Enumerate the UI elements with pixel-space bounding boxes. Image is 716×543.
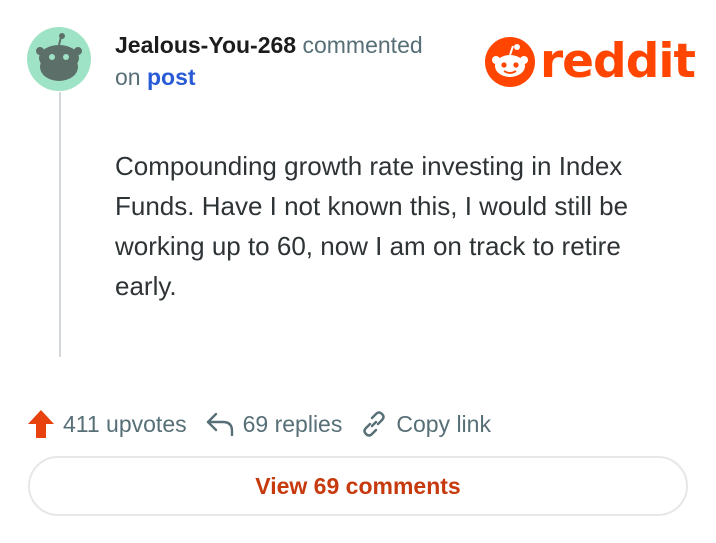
reddit-wordmark: reddit xyxy=(540,34,696,89)
thread-line xyxy=(59,92,61,357)
avatar[interactable] xyxy=(27,27,91,91)
link-icon xyxy=(363,411,386,437)
snoo-icon xyxy=(485,37,535,87)
action-text: commented xyxy=(302,32,423,58)
comment-header: Jealous-You-268 commented on post xyxy=(115,29,475,93)
view-comments-label: View 69 comments xyxy=(255,472,461,499)
upvote-button[interactable]: 411 upvotes xyxy=(27,409,187,439)
action-bar: 411 upvotes 69 replies Copy link xyxy=(27,404,509,444)
copy-link-button[interactable]: Copy link xyxy=(360,410,491,438)
username[interactable]: Jealous-You-268 xyxy=(115,32,296,58)
upvote-count: 411 upvotes xyxy=(63,410,187,437)
reply-count: 69 replies xyxy=(242,410,343,437)
upvote-arrow-icon xyxy=(28,410,54,438)
copy-link-label: Copy link xyxy=(396,410,491,437)
reddit-logo: reddit xyxy=(484,34,696,90)
view-comments-button[interactable]: View 69 comments xyxy=(28,456,688,516)
reply-arrow-icon xyxy=(206,412,233,437)
reply-button[interactable]: 69 replies xyxy=(205,410,343,438)
comment-body: Compounding growth rate investing in Ind… xyxy=(115,151,629,301)
on-text: on xyxy=(115,64,141,90)
post-link[interactable]: post xyxy=(147,64,196,90)
